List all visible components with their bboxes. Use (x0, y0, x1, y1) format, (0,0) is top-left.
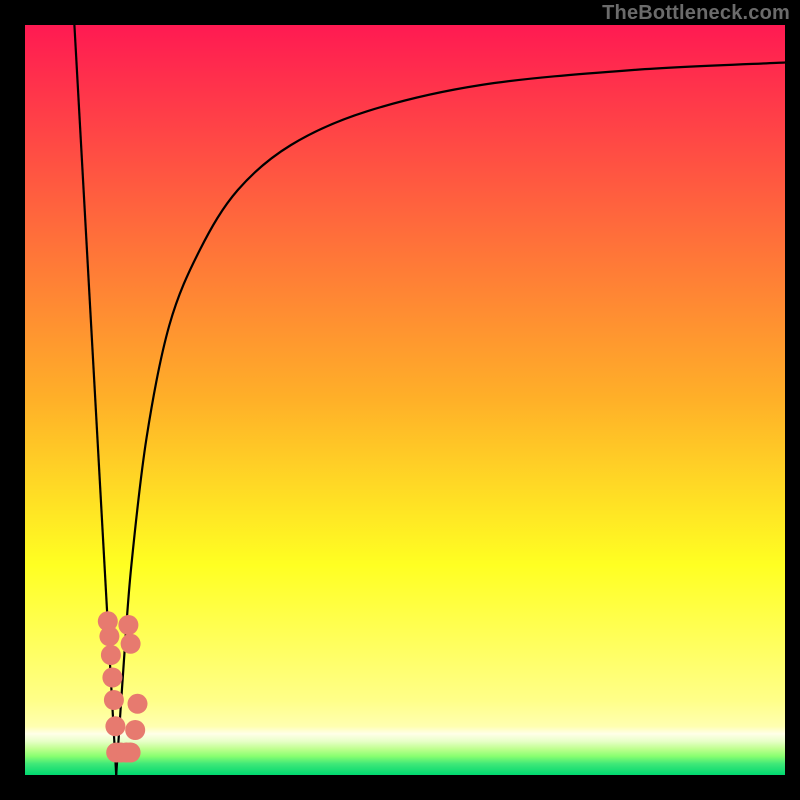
marker-dot (128, 694, 148, 714)
marker-dot (125, 720, 145, 740)
marker-dot (102, 668, 122, 688)
chart-frame: TheBottleneck.com (0, 0, 800, 800)
attribution-watermark: TheBottleneck.com (602, 2, 790, 25)
marker-dot (121, 634, 141, 654)
marker-dot (105, 716, 125, 736)
chart-svg (0, 0, 800, 800)
marker-dot (99, 626, 119, 646)
gradient-background (25, 25, 785, 775)
marker-dot (104, 690, 124, 710)
marker-dot (118, 615, 138, 635)
marker-dot (121, 743, 141, 763)
marker-dot (101, 645, 121, 665)
